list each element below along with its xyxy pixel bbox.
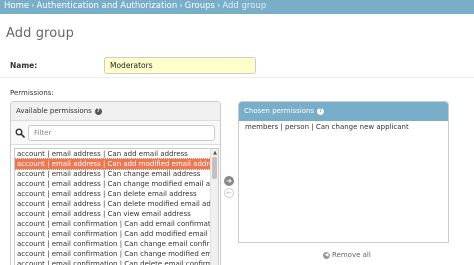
scroll-thumb[interactable] (212, 157, 217, 179)
breadcrumb: Home › Authentication and Authorization › Gr… (0, 0, 474, 14)
available-permissions-title: Available permissions (16, 107, 92, 115)
question-circle-icon[interactable]: ? (94, 107, 102, 115)
scroll-up-icon[interactable]: ▲ (212, 150, 218, 156)
available-permissions-list[interactable]: account | email address | Can add email … (14, 148, 219, 265)
available-permission-option[interactable]: account | email confirmation | Can chang… (15, 249, 211, 259)
add-permission-arrow-icon[interactable]: ➜ (224, 176, 234, 186)
available-permission-option[interactable]: account | email address | Can delete ema… (15, 189, 211, 199)
chosen-permissions-header: Chosen permissions? (239, 102, 448, 121)
breadcrumb-current: Add group (222, 1, 267, 11)
permissions-label: Permissions: (10, 89, 54, 97)
name-input[interactable] (104, 57, 256, 74)
search-icon (15, 128, 25, 138)
remove-permission-arrow-icon[interactable]: ← (224, 188, 234, 198)
question-circle-icon[interactable]: ? (317, 107, 325, 115)
name-label: Name: (10, 61, 38, 70)
available-permission-option[interactable]: account | email confirmation | Can delet… (15, 259, 211, 265)
breadcrumb-auth-link[interactable]: Authentication and Authorization (37, 1, 178, 11)
chosen-permission-option[interactable]: members | person | Can change new applic… (243, 122, 443, 132)
available-permissions-header: Available permissions? (11, 102, 220, 121)
available-permission-option[interactable]: account | email address | Can change mod… (15, 179, 211, 189)
available-permission-option[interactable]: account | email confirmation | Can add m… (15, 229, 211, 239)
available-permission-option[interactable]: account | email confirmation | Can chang… (15, 239, 211, 249)
remove-all-icon: ◀ (323, 251, 330, 259)
remove-all-label: Remove all (332, 251, 371, 259)
remove-all-link[interactable]: ◀ Remove all (323, 251, 371, 259)
available-permission-option[interactable]: account | email address | Can delete mod… (15, 199, 211, 209)
breadcrumb-separator: › (216, 1, 221, 11)
breadcrumb-separator: › (179, 1, 183, 11)
chosen-permissions-list[interactable]: members | person | Can change new applic… (243, 122, 446, 240)
filter-input[interactable] (28, 125, 215, 141)
available-permission-option[interactable]: account | email address | Can view email… (15, 209, 211, 219)
available-permission-option[interactable]: account | email address | Can add modifi… (15, 158, 212, 170)
available-permission-option[interactable]: account | email address | Can change ema… (15, 169, 211, 179)
breadcrumb-separator: › (31, 1, 35, 11)
chosen-permissions-title: Chosen permissions (244, 107, 315, 115)
filter-row (11, 121, 220, 145)
available-permission-option[interactable]: account | email confirmation | Can add e… (15, 219, 211, 229)
available-permission-option[interactable]: account | email address | Can add email … (15, 149, 211, 159)
chosen-permissions-box: Chosen permissions? members | person | C… (238, 101, 449, 243)
breadcrumb-home-link[interactable]: Home (4, 1, 29, 11)
available-list-scrollbar[interactable]: ▲ (210, 149, 218, 265)
name-form-row: Name: (0, 52, 474, 78)
page-title: Add group (6, 26, 74, 41)
breadcrumb-groups-link[interactable]: Groups (185, 1, 215, 11)
